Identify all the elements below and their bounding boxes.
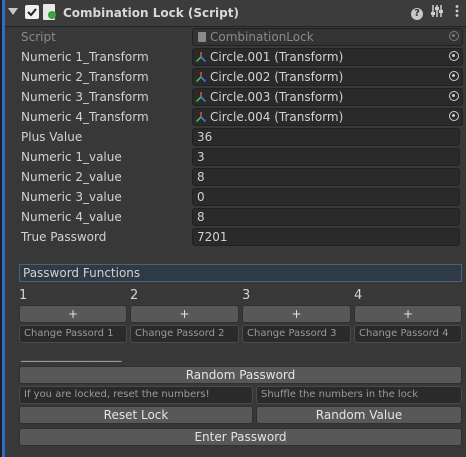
true-password-label: True Password [21, 230, 107, 244]
plus-button[interactable]: + [130, 305, 239, 323]
true-password-row: True Password 7201 [21, 228, 466, 246]
column-number-label: 2 [130, 288, 139, 303]
numeric-value-input[interactable]: 8 [192, 168, 460, 186]
reset-hint-field[interactable]: If you are locked, reset the numbers! [19, 386, 253, 404]
transform-row: Numeric 1_Transform Circle.001 (Transfor… [21, 48, 466, 66]
plus-button[interactable]: + [242, 305, 351, 323]
reset-lock-button[interactable]: Reset Lock [19, 406, 253, 424]
kebab-menu-icon[interactable] [449, 4, 465, 20]
numeric-value-label: Numeric 2_value [21, 170, 122, 184]
help-icon[interactable]: ? [409, 4, 425, 20]
transform-row: Numeric 4_Transform Circle.004 (Transfor… [21, 108, 466, 126]
change-password-field[interactable]: Change Passord 3 [242, 325, 351, 343]
script-row: Script CombinationLock [21, 28, 466, 46]
change-password-field[interactable]: Change Passord 4 [354, 325, 462, 343]
numeric-value-row: Numeric 4_value 8 [21, 208, 466, 226]
transform-value: Circle.004 (Transform) [210, 110, 344, 124]
enable-checkbox[interactable] [25, 5, 39, 19]
object-picker-icon [449, 31, 459, 41]
object-picker-icon[interactable] [449, 91, 459, 101]
transform-row: Numeric 2_Transform Circle.002 (Transfor… [21, 68, 466, 86]
transform-label: Numeric 4_Transform [21, 110, 149, 124]
presets-icon[interactable] [429, 4, 445, 20]
column-number-label: 1 [19, 288, 28, 303]
numeric-value-input[interactable]: 8 [192, 208, 460, 226]
transform-field[interactable]: Circle.003 (Transform) [192, 88, 463, 106]
numeric-value-input[interactable]: 3 [192, 148, 460, 166]
transform-icon [196, 92, 206, 102]
numeric-value-label: Numeric 4_value [21, 210, 122, 224]
change-password-field[interactable]: Change Passord 2 [130, 325, 239, 343]
plus-value-label: Plus Value [21, 130, 83, 144]
numeric-value-row: Numeric 1_value 3 [21, 148, 466, 166]
true-password-input[interactable]: 7201 [192, 228, 460, 246]
component-header[interactable]: Combination Lock (Script) ? [5, 0, 466, 27]
object-picker-icon[interactable] [449, 71, 459, 81]
column-number-label: 3 [242, 288, 251, 303]
numeric-value-input[interactable]: 0 [192, 188, 460, 206]
numeric-value-label: Numeric 3_value [21, 190, 122, 204]
numeric-value-row: Numeric 2_value 8 [21, 168, 466, 186]
numeric-value-label: Numeric 1_value [21, 150, 122, 164]
plus-value-row: Plus Value 36 [21, 128, 466, 146]
plus-value-input[interactable]: 36 [192, 128, 460, 146]
password-functions-header: Password Functions [19, 264, 462, 282]
transform-label: Numeric 1_Transform [21, 50, 149, 64]
random-password-button[interactable]: Random Password [19, 366, 462, 384]
transform-label: Numeric 3_Transform [21, 90, 149, 104]
object-picker-icon[interactable] [449, 111, 459, 121]
transform-row: Numeric 3_Transform Circle.003 (Transfor… [21, 88, 466, 106]
plus-button[interactable]: + [354, 305, 462, 323]
selection-accent-bar [2, 0, 5, 457]
object-picker-icon[interactable] [449, 51, 459, 61]
transform-value: Circle.003 (Transform) [210, 90, 344, 104]
transform-field[interactable]: Circle.001 (Transform) [192, 48, 463, 66]
transform-icon [196, 52, 206, 62]
script-value: CombinationLock [210, 30, 314, 44]
transform-field[interactable]: Circle.002 (Transform) [192, 68, 463, 86]
script-icon [43, 4, 56, 20]
change-password-field[interactable]: Change Passord 1 [19, 325, 127, 343]
transform-field[interactable]: Circle.004 (Transform) [192, 108, 463, 126]
script-label: Script [21, 30, 56, 44]
transform-icon [196, 112, 206, 122]
script-field: CombinationLock [192, 28, 463, 46]
random-value-button[interactable]: Random Value [256, 406, 462, 424]
transform-label: Numeric 2_Transform [21, 70, 149, 84]
script-file-icon [198, 32, 206, 42]
plus-button[interactable]: + [19, 305, 127, 323]
component-title: Combination Lock (Script) [63, 6, 239, 20]
checkmark-icon [27, 8, 37, 17]
separator-line: ____________________ [21, 349, 122, 362]
foldout-triangle-icon[interactable] [8, 8, 18, 15]
enter-password-button[interactable]: Enter Password [19, 428, 462, 446]
numeric-value-row: Numeric 3_value 0 [21, 188, 466, 206]
transform-icon [196, 72, 206, 82]
column-number-label: 4 [354, 288, 363, 303]
shuffle-hint-field[interactable]: Shuffle the numbers in the lock [256, 386, 462, 404]
inspector-panel: Combination Lock (Script) ? Script Combi… [2, 0, 466, 457]
transform-value: Circle.001 (Transform) [210, 50, 344, 64]
transform-value: Circle.002 (Transform) [210, 70, 344, 84]
